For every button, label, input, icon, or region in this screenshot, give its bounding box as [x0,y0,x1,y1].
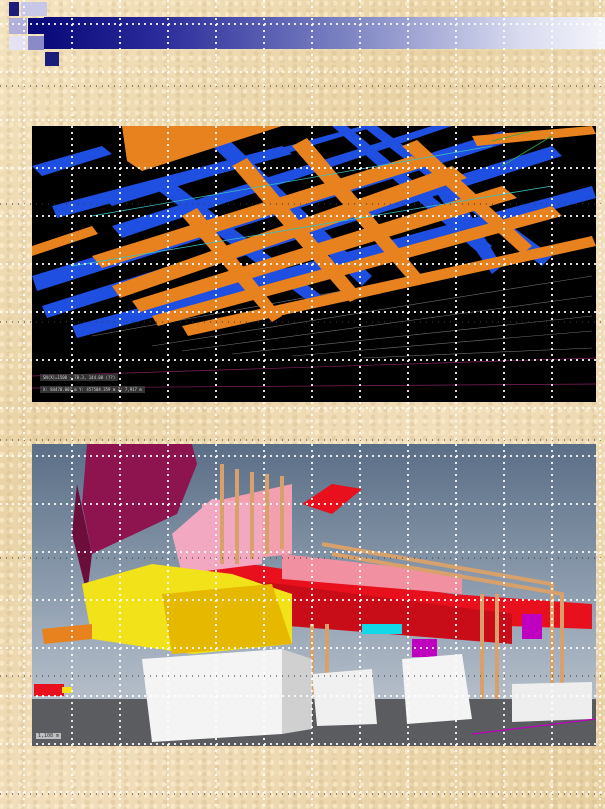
mep-equipment-illustration [32,444,596,746]
coordinate-readout: SN(X)=1500 - 78.3, 144.00 (??) [40,374,119,381]
mep-equipment-render: 1,108 m [32,444,596,746]
scale-label: 1,108 m [36,733,62,739]
mep-ceiling-render: SN(X)=1500 - 78.3, 144.00 (??) X: 84470.… [32,126,596,402]
deco-square [28,36,44,50]
deco-square [9,36,27,50]
deco-square [9,18,27,34]
deco-square [21,2,47,16]
deco-square [28,18,44,34]
coordinate-readout: X: 84470.007 m Y: 457504.359 m Z: 7,917 … [40,386,145,393]
mep-ceiling-illustration [32,126,596,402]
deco-square [45,52,59,66]
deco-square [9,2,19,16]
title-gradient-bar [44,17,605,49]
